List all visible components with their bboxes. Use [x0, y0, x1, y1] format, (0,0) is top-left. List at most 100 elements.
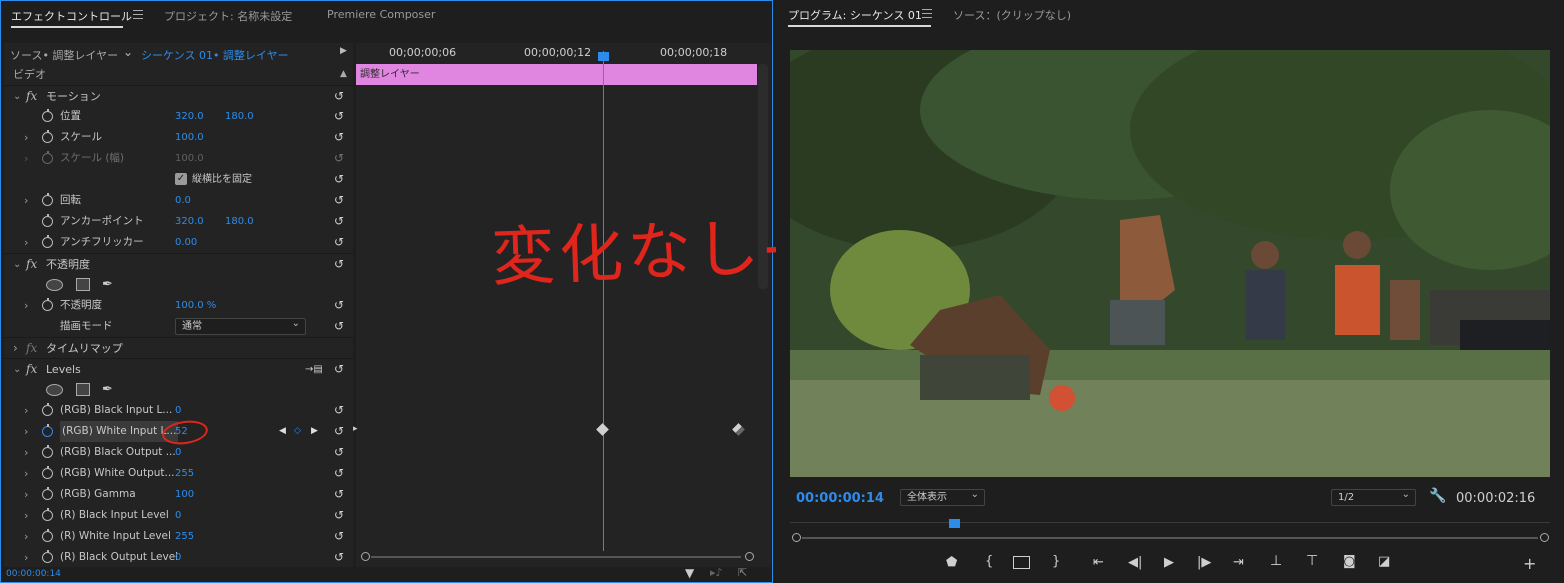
checkbox-checked-icon[interactable]: ✓ — [175, 173, 187, 185]
param-value[interactable]: 100 — [175, 484, 194, 505]
expand-chevron-icon[interactable]: › — [24, 442, 28, 463]
effect-time-remap[interactable]: › fx タイムリマップ — [4, 337, 353, 358]
stopwatch-icon[interactable] — [42, 466, 53, 479]
reset-icon[interactable]: ↺ — [334, 258, 346, 270]
reset-icon[interactable]: ↺ — [334, 110, 346, 122]
collapse-triangle-icon[interactable]: ▶ — [340, 46, 347, 56]
reset-icon[interactable]: ↺ — [334, 551, 346, 563]
comparison-view-icon[interactable]: ◪ — [1378, 554, 1390, 569]
reset-icon[interactable]: ↺ — [334, 299, 346, 311]
tab-effect-controls[interactable]: エフェクトコントロール — [11, 8, 132, 24]
mark-out-icon[interactable]: } — [1052, 554, 1060, 569]
stopwatch-icon[interactable] — [42, 403, 53, 416]
scroll-up-icon[interactable]: ▲ — [340, 64, 347, 85]
reset-icon[interactable]: ↺ — [334, 363, 346, 375]
param-value[interactable]: 100.0 % — [175, 295, 216, 316]
panel-menu-icon[interactable] — [922, 9, 932, 18]
ellipse-mask-icon[interactable] — [46, 279, 63, 291]
playhead-timecode[interactable]: 00:00:00:14 — [796, 491, 884, 506]
stopwatch-icon[interactable] — [42, 445, 53, 458]
expand-chevron-icon[interactable]: › — [24, 127, 28, 148]
reset-icon[interactable]: ↺ — [334, 173, 346, 185]
expand-chevron-icon[interactable]: ⌄ — [13, 254, 21, 275]
expand-chevron-icon[interactable]: › — [24, 484, 28, 505]
param-value[interactable]: 0 — [175, 400, 181, 421]
ellipse-mask-icon[interactable] — [46, 384, 63, 396]
expand-chevron-icon[interactable]: › — [24, 421, 28, 442]
stopwatch-icon[interactable] — [42, 214, 53, 227]
reset-icon[interactable]: ↺ — [334, 467, 346, 479]
go-to-in-icon[interactable]: ⇤ — [1093, 555, 1104, 570]
scroll-handle-right[interactable] — [1540, 533, 1549, 542]
expand-chevron-icon[interactable]: › — [24, 526, 28, 547]
param-value[interactable]: 0.0 — [175, 190, 191, 211]
tab-project[interactable]: プロジェクト: 名称未設定 — [164, 8, 292, 24]
pen-mask-icon[interactable]: ✒ — [102, 274, 113, 295]
step-forward-icon[interactable]: |▶ — [1197, 555, 1211, 570]
extract-icon[interactable]: ⊤ — [1306, 553, 1318, 569]
param-value[interactable]: 0 — [175, 442, 181, 463]
reset-icon[interactable]: ↺ — [334, 320, 346, 332]
add-keyframe-icon[interactable]: ◇ — [294, 421, 301, 442]
sequence-label[interactable]: シーケンス 01• 調整レイヤー — [141, 47, 289, 63]
zoom-scrollbar[interactable] — [792, 533, 1550, 543]
expand-chevron-icon[interactable]: › — [24, 505, 28, 526]
stopwatch-icon[interactable] — [42, 487, 53, 500]
tab-source-monitor[interactable]: ソース：(クリップなし) — [953, 7, 1071, 23]
tab-program-monitor[interactable]: プログラム: シーケンス 01 — [788, 7, 922, 23]
reset-icon[interactable]: ↺ — [334, 131, 346, 143]
param-value-x[interactable]: 320.0 — [175, 106, 204, 127]
next-keyframe-icon[interactable]: ▶ — [311, 421, 318, 442]
scroll-handle-right[interactable] — [745, 552, 754, 561]
keyframe-timeline[interactable] — [356, 43, 771, 567]
reset-icon[interactable]: ↺ — [334, 215, 346, 227]
go-to-out-icon[interactable]: ⇥ — [1233, 555, 1244, 570]
effect-motion[interactable]: ⌄ fx モーション ↺ — [4, 85, 353, 106]
effect-opacity[interactable]: ⌄ fx 不透明度 ↺ — [4, 253, 353, 274]
reset-icon[interactable]: ↺ — [334, 509, 346, 521]
export-frame-camera-icon[interactable]: ◙ — [1343, 554, 1356, 569]
current-time-display[interactable]: 00:00:00:14 — [6, 569, 61, 579]
tab-premiere-composer[interactable]: Premiere Composer — [327, 8, 435, 21]
zoom-select[interactable]: 全体表示 — [900, 487, 985, 506]
button-editor-plus-icon[interactable]: + — [1523, 554, 1536, 573]
param-value-x[interactable]: 320.0 — [175, 211, 204, 232]
param-value-y[interactable]: 180.0 — [225, 211, 254, 232]
stopwatch-active-icon[interactable] — [42, 424, 53, 437]
stopwatch-icon[interactable] — [42, 550, 53, 563]
video-preview[interactable] — [790, 50, 1550, 477]
param-value[interactable]: 255 — [175, 463, 194, 484]
expand-chevron-icon[interactable]: › — [24, 190, 28, 211]
scroll-handle-left[interactable] — [361, 552, 370, 561]
setup-dialog-icon[interactable]: →▤ — [305, 359, 323, 380]
stopwatch-icon[interactable] — [42, 508, 53, 521]
reset-icon[interactable]: ↺ — [334, 90, 346, 102]
horizontal-scrollbar[interactable] — [361, 552, 754, 562]
blend-mode-select[interactable]: 通常 — [175, 316, 306, 335]
reset-icon[interactable]: ↺ — [334, 530, 346, 542]
panel-menu-icon[interactable] — [133, 10, 143, 19]
playhead-marker[interactable] — [949, 519, 960, 528]
mark-in-icon[interactable]: { — [985, 554, 993, 569]
fx-icon[interactable]: fx — [26, 86, 37, 107]
reset-icon[interactable]: ↺ — [334, 488, 346, 500]
pen-mask-icon[interactable]: ✒ — [102, 379, 113, 400]
fx-icon[interactable]: fx — [26, 254, 37, 275]
stopwatch-icon[interactable] — [42, 529, 53, 542]
lift-icon[interactable]: ⊥ — [1270, 553, 1282, 569]
param-value[interactable]: 100.0 — [175, 127, 204, 148]
param-value[interactable]: 255 — [175, 526, 194, 547]
scroll-handle-left[interactable] — [792, 533, 801, 542]
stopwatch-icon[interactable] — [42, 193, 53, 206]
step-back-icon[interactable]: ◀| — [1128, 555, 1142, 570]
reset-icon[interactable]: ↺ — [334, 194, 346, 206]
reset-icon[interactable]: ↺ — [334, 446, 346, 458]
rectangle-mask-icon[interactable] — [76, 383, 90, 396]
play-icon[interactable]: ▶ — [1164, 555, 1174, 570]
filter-icon[interactable]: ▼ — [685, 566, 694, 580]
adjustment-layer-clip[interactable]: 調整レイヤー — [356, 64, 757, 85]
param-value[interactable]: 0 — [175, 505, 181, 526]
chevron-down-icon[interactable]: ⌄ — [123, 45, 133, 59]
expand-chevron-icon[interactable]: › — [24, 400, 28, 421]
stopwatch-icon[interactable] — [42, 235, 53, 248]
